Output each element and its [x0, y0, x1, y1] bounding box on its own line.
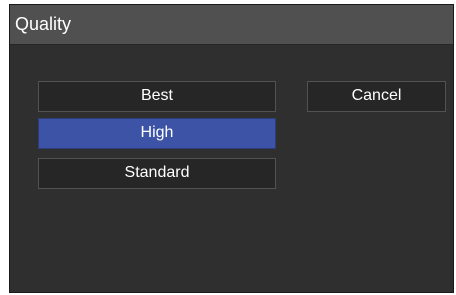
dialog-titlebar: Quality — [10, 5, 453, 45]
quality-option-best[interactable]: Best — [38, 81, 276, 112]
dialog-title: Quality — [15, 14, 72, 34]
quality-option-standard[interactable]: Standard — [38, 158, 276, 189]
quality-dialog: Quality Best High Standard Cancel — [9, 4, 454, 293]
cancel-button[interactable]: Cancel — [307, 81, 446, 112]
quality-option-high[interactable]: High — [38, 118, 276, 149]
